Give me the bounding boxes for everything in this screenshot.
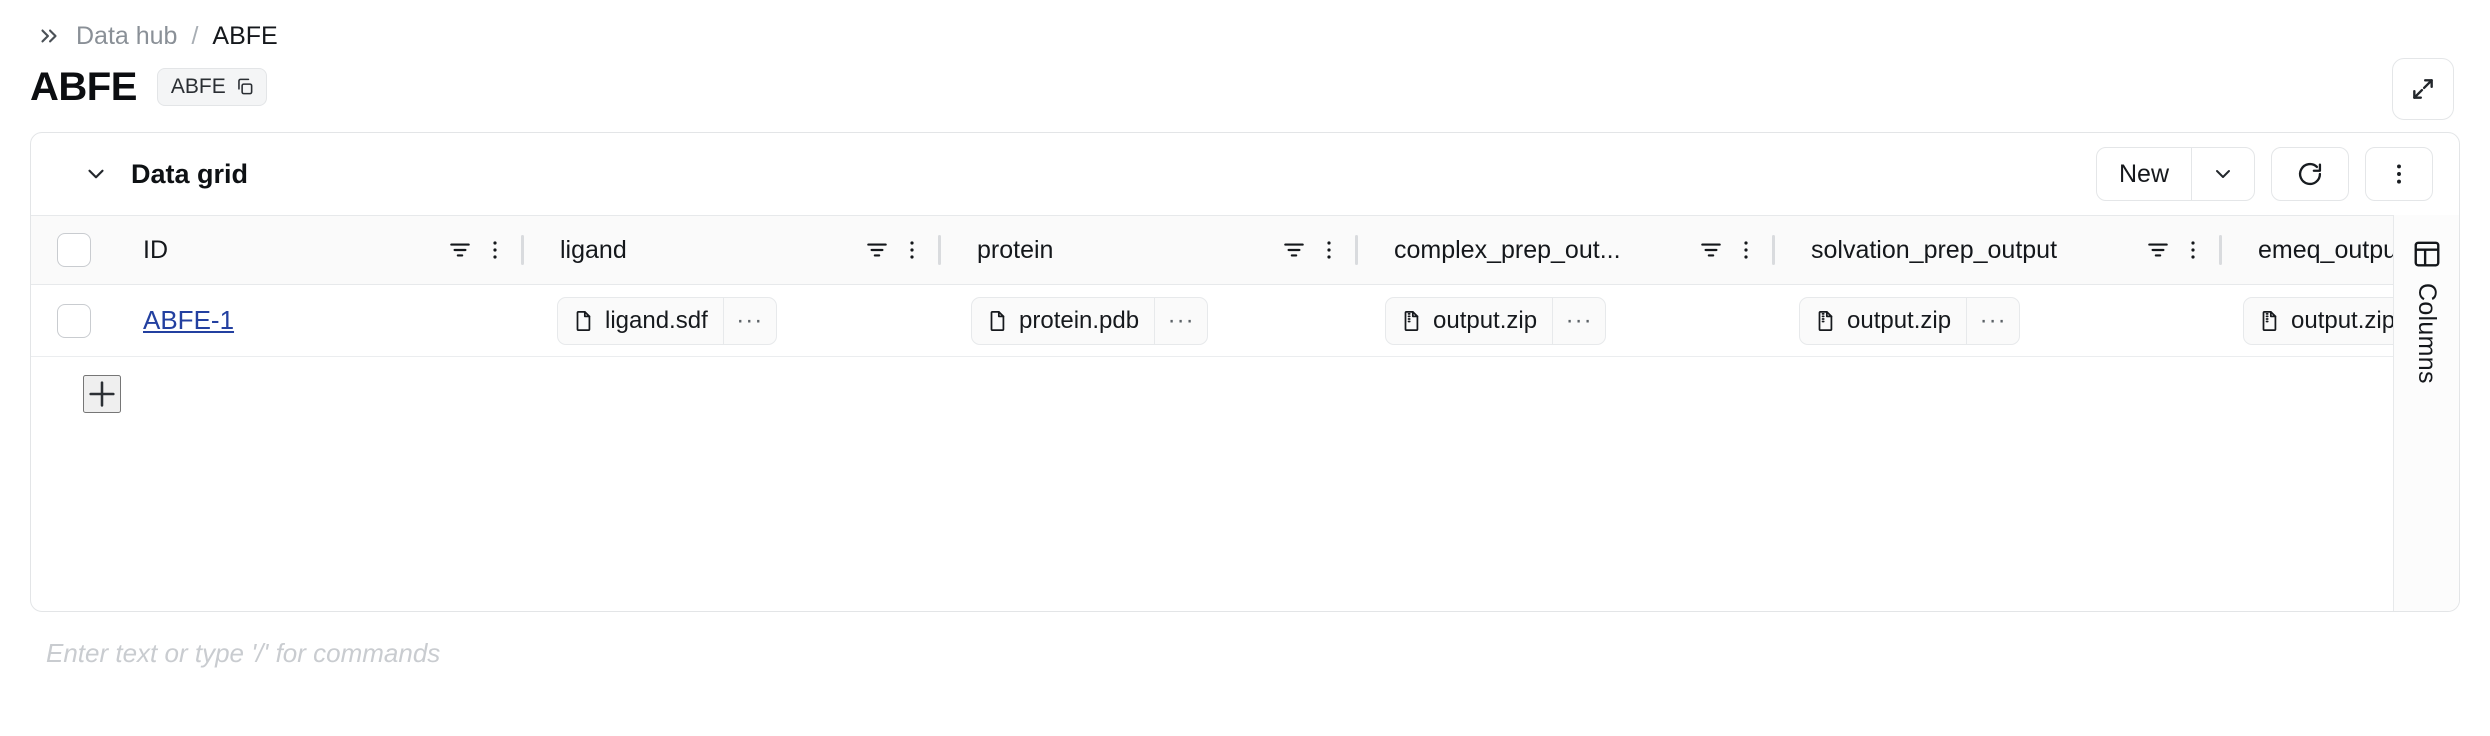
- card-header: Data grid New: [31, 133, 2459, 215]
- page-title: ABFE: [30, 64, 137, 109]
- cell-protein[interactable]: protein.pdb ···: [945, 285, 1359, 356]
- filter-icon[interactable]: [864, 237, 890, 263]
- column-header-ligand[interactable]: ligand: [534, 216, 934, 284]
- column-header-protein[interactable]: protein: [951, 216, 1351, 284]
- column-header-label: solvation_prep_output: [1811, 235, 2058, 264]
- column-resize-handle[interactable]: [1355, 235, 1358, 265]
- file-icon: [986, 310, 1008, 332]
- more-vertical-icon[interactable]: [900, 238, 924, 262]
- grid-more-options-button[interactable]: [2365, 147, 2433, 201]
- grid-header-row: ID ligand protein complex_prep_out... so…: [31, 215, 2414, 285]
- file-name: output.zip: [2291, 306, 2396, 334]
- data-grid-card: Data grid New ID ligand protein complex_…: [30, 132, 2460, 612]
- file-more-button[interactable]: ···: [1553, 298, 1605, 344]
- file-name: ligand.sdf: [605, 306, 708, 334]
- column-header-label: ID: [143, 235, 168, 264]
- expand-diagonal-icon: [2410, 76, 2436, 102]
- file-name: output.zip: [1433, 306, 1538, 334]
- file-more-button[interactable]: ···: [1967, 298, 2019, 344]
- table-columns-icon[interactable]: [2412, 239, 2442, 269]
- type-badge[interactable]: ABFE: [156, 68, 267, 106]
- columns-rail[interactable]: Columns: [2393, 215, 2459, 611]
- chevron-down-icon[interactable]: [2192, 148, 2254, 200]
- filter-icon[interactable]: [1281, 237, 1307, 263]
- filter-icon[interactable]: [447, 237, 473, 263]
- cell-ligand[interactable]: ligand.sdf ···: [531, 285, 945, 356]
- file-chip[interactable]: ligand.sdf ···: [557, 296, 777, 345]
- file-chip[interactable]: output.zip ···: [1799, 296, 2021, 345]
- title-row: ABFE ABFE: [0, 44, 2490, 120]
- card-toolbar: New: [2095, 147, 2433, 201]
- type-badge-label: ABFE: [170, 74, 226, 98]
- chevron-down-icon[interactable]: [83, 161, 109, 187]
- file-zip-icon: [2258, 310, 2280, 332]
- file-chip[interactable]: output.zip ···: [1385, 296, 1607, 345]
- new-button[interactable]: New: [2095, 147, 2255, 201]
- row-id-link[interactable]: ABFE-1: [143, 305, 234, 336]
- filter-icon[interactable]: [2145, 237, 2171, 263]
- more-vertical-icon: [2386, 161, 2412, 187]
- cell-solvation-prep-output[interactable]: output.zip ···: [1773, 285, 2217, 356]
- column-resize-handle[interactable]: [521, 235, 524, 265]
- cell-complex-prep-output[interactable]: output.zip ···: [1359, 285, 1773, 356]
- refresh-icon: [2296, 160, 2324, 188]
- add-row-button[interactable]: [83, 375, 121, 413]
- copy-icon[interactable]: [235, 77, 254, 96]
- column-resize-handle[interactable]: [1772, 235, 1775, 265]
- column-header-label: complex_prep_out...: [1394, 235, 1621, 264]
- select-all-cell[interactable]: [31, 216, 117, 284]
- table-row[interactable]: ABFE-1 ligand.sdf ··· protein.pdb ··· ou…: [31, 285, 2459, 357]
- filter-icon[interactable]: [1698, 237, 1724, 263]
- file-chip[interactable]: protein.pdb ···: [971, 296, 1209, 345]
- row-select-cell[interactable]: [31, 285, 117, 356]
- refresh-button[interactable]: [2271, 147, 2349, 201]
- file-icon: [572, 310, 594, 332]
- select-all-checkbox[interactable]: [57, 233, 91, 267]
- breadcrumb: Data hub / ABFE: [0, 0, 2490, 50]
- file-zip-icon: [1814, 310, 1836, 332]
- file-name: output.zip: [1847, 306, 1952, 334]
- file-zip-icon: [1400, 310, 1422, 332]
- card-title: Data grid: [131, 158, 249, 189]
- column-resize-handle[interactable]: [938, 235, 941, 265]
- row-checkbox[interactable]: [57, 303, 91, 338]
- more-vertical-icon[interactable]: [1317, 238, 1341, 262]
- more-vertical-icon[interactable]: [2181, 238, 2205, 262]
- column-resize-handle[interactable]: [2219, 235, 2222, 265]
- column-header-id[interactable]: ID: [117, 216, 517, 284]
- file-more-button[interactable]: ···: [724, 298, 776, 344]
- file-name: protein.pdb: [1019, 306, 1140, 334]
- file-more-button[interactable]: ···: [1155, 298, 1207, 344]
- columns-rail-label: Columns: [2413, 283, 2441, 384]
- column-header-complex-prep-output[interactable]: complex_prep_out...: [1368, 216, 1768, 284]
- command-input[interactable]: Enter text or type '/' for commands: [0, 612, 2490, 669]
- column-header-solvation-prep-output[interactable]: solvation_prep_output: [1785, 216, 2215, 284]
- cell-id[interactable]: ABFE-1: [117, 285, 531, 356]
- more-vertical-icon[interactable]: [483, 238, 507, 262]
- plus-icon: [85, 377, 119, 411]
- column-header-label: ligand: [560, 235, 627, 264]
- add-row-area: [31, 357, 2459, 431]
- new-button-label[interactable]: New: [2097, 148, 2191, 200]
- expand-button[interactable]: [2392, 58, 2454, 120]
- more-vertical-icon[interactable]: [1734, 238, 1758, 262]
- column-header-label: protein: [977, 235, 1054, 264]
- column-header-label: emeq_output: [2258, 235, 2404, 264]
